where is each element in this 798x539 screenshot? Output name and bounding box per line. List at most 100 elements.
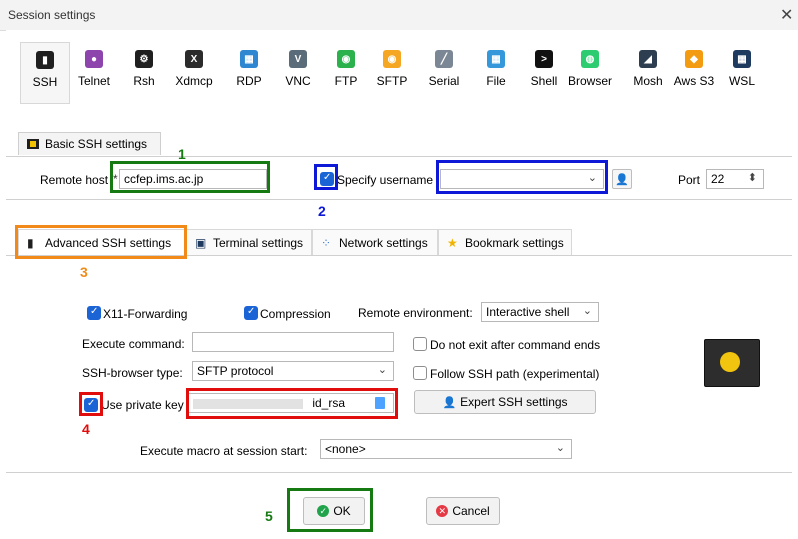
browser-icon: ◍ bbox=[581, 50, 599, 68]
annotation-box-2-username bbox=[436, 160, 608, 194]
remote-environment-select[interactable]: Interactive shell ⌄ bbox=[481, 302, 599, 322]
ssh-browser-type-label: SSH-browser type: bbox=[82, 366, 183, 380]
compression-label: Compression bbox=[260, 307, 331, 321]
annotation-box-5 bbox=[287, 488, 373, 532]
port-input[interactable]: 22 ⬍ bbox=[706, 169, 764, 189]
toolbar-label: Aws S3 bbox=[673, 74, 715, 88]
toolbar-button-file[interactable]: ▦ File bbox=[472, 42, 520, 102]
macro-select[interactable]: <none> ⌄ bbox=[320, 439, 572, 459]
toolbar-button-serial[interactable]: ╱ Serial bbox=[420, 42, 468, 102]
toolbar-label: Serial bbox=[428, 74, 460, 88]
tab-bookmark-settings[interactable]: ★ Bookmark settings bbox=[438, 229, 572, 255]
xdmcp-icon: X bbox=[185, 50, 203, 68]
ssh-icon: ▮ bbox=[36, 51, 54, 69]
remote-host-label: Remote host bbox=[40, 173, 109, 187]
toolbar-button-mosh[interactable]: ◢ Mosh bbox=[624, 42, 672, 102]
toolbar-button-rdp[interactable]: ▦ RDP bbox=[225, 42, 273, 102]
tab-basic-ssh-settings[interactable]: Basic SSH settings bbox=[18, 132, 161, 155]
toolbar-label: RDP bbox=[236, 74, 262, 88]
wsl-icon: ▦ bbox=[733, 50, 751, 68]
user-settings-icon: 👤 bbox=[442, 396, 457, 409]
cancel-x-icon: ✕ bbox=[436, 505, 449, 517]
execute-command-label: Execute command: bbox=[82, 337, 185, 351]
title-bar bbox=[0, 0, 798, 31]
toolbar-button-ssh[interactable]: ▮ SSH bbox=[20, 42, 70, 104]
chevron-down-icon: ⌄ bbox=[582, 305, 592, 317]
tab-label: Bookmark settings bbox=[465, 236, 564, 250]
vnc-icon: V bbox=[289, 50, 307, 68]
toolbar-button-browser[interactable]: ◍ Browser bbox=[566, 42, 614, 102]
annotation-box-4-key bbox=[186, 388, 398, 419]
toolbar-button-telnet[interactable]: ● Telnet bbox=[70, 42, 118, 102]
toolbar-label: SFTP bbox=[376, 74, 408, 88]
expert-ssh-settings-button[interactable]: 👤 Expert SSH settings bbox=[414, 390, 596, 414]
sftp-icon: ◉ bbox=[383, 50, 401, 68]
toolbar-label: SSH bbox=[32, 75, 58, 89]
ssh-browser-type-select[interactable]: SFTP protocol ⌄ bbox=[192, 361, 394, 381]
toolbar-label: Xdmcp bbox=[175, 74, 213, 88]
toolbar-label: FTP bbox=[334, 74, 358, 88]
remote-environment-value: Interactive shell bbox=[486, 305, 570, 319]
tab-terminal-settings[interactable]: ▣ Terminal settings bbox=[186, 229, 312, 255]
toolbar-label: Browser bbox=[567, 74, 612, 88]
toolbar-button-shell[interactable]: > Shell bbox=[520, 42, 568, 102]
x11-forwarding-label: X11-Forwarding bbox=[103, 307, 188, 321]
spinner-icon: ⬍ bbox=[747, 172, 757, 184]
rsh-icon: ⚙ bbox=[135, 50, 153, 68]
follow-ssh-path-label: Follow SSH path (experimental) bbox=[430, 367, 600, 381]
file-icon: ▦ bbox=[487, 50, 505, 68]
annotation-number-3: 3 bbox=[80, 264, 88, 280]
close-icon[interactable]: ✕ bbox=[780, 5, 793, 25]
rdp-icon: ▦ bbox=[240, 50, 258, 68]
ssh-tab-icon bbox=[27, 139, 39, 149]
terminal-icon: ▣ bbox=[195, 236, 207, 250]
expert-ssh-settings-label: Expert SSH settings bbox=[460, 395, 568, 409]
toolbar-button-ftp[interactable]: ◉ FTP bbox=[322, 42, 370, 102]
telnet-icon: ● bbox=[85, 50, 103, 68]
macro-value: <none> bbox=[325, 442, 366, 456]
toolbar-button-rsh[interactable]: ⚙ Rsh bbox=[120, 42, 168, 102]
toolbar-button-vnc[interactable]: V VNC bbox=[274, 42, 322, 102]
annotation-number-1: 1 bbox=[178, 146, 186, 162]
compression-checkbox[interactable] bbox=[244, 306, 258, 320]
do-not-exit-checkbox[interactable] bbox=[413, 337, 427, 351]
toolbar-label: VNC bbox=[285, 74, 311, 88]
toolbar-button-xdmcp[interactable]: X Xdmcp bbox=[170, 42, 218, 102]
cancel-button[interactable]: ✕ Cancel bbox=[426, 497, 500, 525]
annotation-number-2: 2 bbox=[318, 203, 326, 219]
network-icon: ⁘ bbox=[321, 236, 332, 250]
user-manager-icon[interactable]: 👤 bbox=[612, 169, 632, 189]
annotation-box-2 bbox=[314, 164, 338, 190]
star-icon: ★ bbox=[447, 236, 458, 250]
port-value: 22 bbox=[711, 172, 725, 186]
chevron-down-icon: ⌄ bbox=[555, 442, 565, 454]
annotation-number-5: 5 bbox=[265, 508, 273, 524]
toolbar-label: Telnet bbox=[77, 74, 111, 88]
toolbar-label: Shell bbox=[530, 74, 558, 88]
toolbar-label: Mosh bbox=[633, 74, 663, 88]
annotation-box-4 bbox=[79, 392, 103, 416]
serial-icon: ╱ bbox=[435, 50, 453, 68]
ftp-icon: ◉ bbox=[337, 50, 355, 68]
toolbar-label: Rsh bbox=[133, 74, 155, 88]
tab-basic-label: Basic SSH settings bbox=[45, 137, 148, 151]
aws-s3-icon: ◆ bbox=[685, 50, 703, 68]
macro-label: Execute macro at session start: bbox=[140, 444, 308, 458]
follow-ssh-path-checkbox[interactable] bbox=[413, 366, 427, 380]
x11-forwarding-checkbox[interactable] bbox=[87, 306, 101, 320]
toolbar-label: File bbox=[486, 74, 506, 88]
tab-label: Terminal settings bbox=[213, 236, 304, 250]
toolbar-label: WSL bbox=[728, 74, 755, 88]
annotation-number-4: 4 bbox=[82, 421, 90, 437]
toolbar-button-sftp[interactable]: ◉ SFTP bbox=[368, 42, 416, 102]
annotation-box-3 bbox=[15, 225, 187, 259]
do-not-exit-label: Do not exit after command ends bbox=[430, 338, 601, 352]
tab-network-settings[interactable]: ⁘ Network settings bbox=[312, 229, 438, 255]
tab-label: Network settings bbox=[339, 236, 428, 250]
execute-command-input[interactable] bbox=[192, 332, 394, 352]
remote-environment-label: Remote environment: bbox=[358, 306, 473, 320]
toolbar-button-aws-s3[interactable]: ◆ Aws S3 bbox=[670, 42, 718, 102]
key-icon bbox=[704, 339, 760, 387]
shell-icon: > bbox=[535, 50, 553, 68]
toolbar-button-wsl[interactable]: ▦ WSL bbox=[718, 42, 766, 102]
